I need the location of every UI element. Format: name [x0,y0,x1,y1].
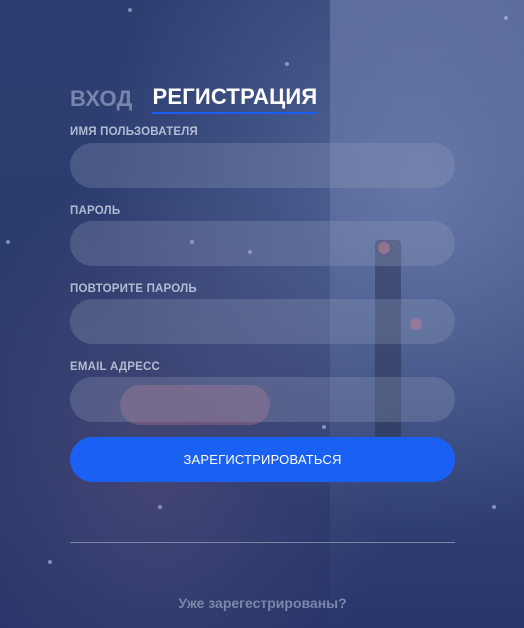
snowflake [158,505,162,509]
snowflake [128,8,132,12]
password-label: ПАРОЛЬ [70,205,121,217]
already-registered-link[interactable]: Уже зарегестрированы? [70,595,455,611]
username-label: ИМЯ ПОЛЬЗОВАТЕЛЯ [70,126,198,138]
snowflake [285,62,289,66]
password-field[interactable] [70,221,455,266]
email-label: EMAIL АДРЕСС [70,361,161,373]
auth-tabs: ВХОД РЕГИСТРАЦИЯ [70,84,455,114]
repeat-password-label: ПОВТОРИТЕ ПАРОЛЬ [70,283,197,295]
email-field[interactable] [70,377,455,422]
snowflake [492,505,496,509]
snowflake [48,560,52,564]
snowflake [504,16,508,20]
registration-form: ВХОД РЕГИСТРАЦИЯ ИМЯ ПОЛЬЗОВАТЕЛЯ ПАРОЛЬ… [70,84,455,611]
register-button[interactable]: ЗАРЕГИСТРИРОВАТЬСЯ [70,437,455,482]
snowflake [6,240,10,244]
snowflake [322,425,326,429]
username-field[interactable] [70,143,455,188]
repeat-password-field[interactable] [70,299,455,344]
divider [70,542,455,543]
tab-login[interactable]: ВХОД [70,86,132,114]
tab-register[interactable]: РЕГИСТРАЦИЯ [152,84,318,114]
